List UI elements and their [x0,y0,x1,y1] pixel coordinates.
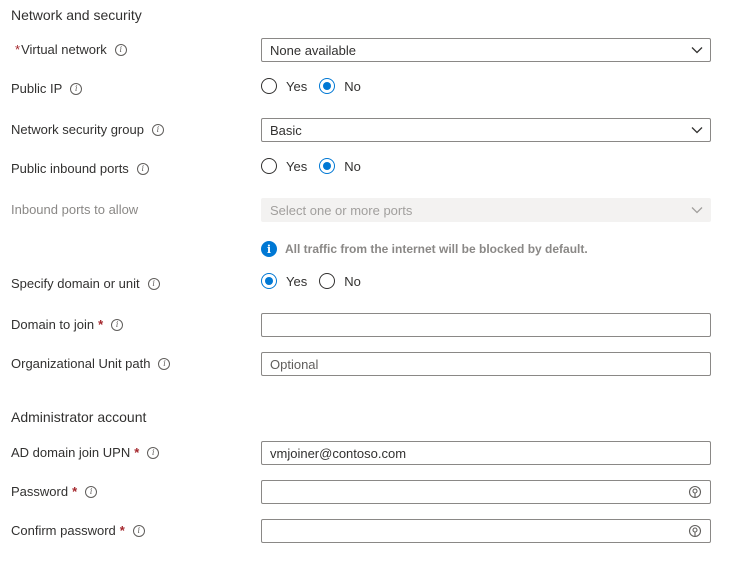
virtual-network-label: * Virtual network i [11,42,127,57]
specify-domain-no-radio[interactable]: No [319,273,361,289]
required-marker: * [134,445,140,460]
domain-join-label: Domain to join * i [11,317,124,332]
info-filled-icon: i [261,241,277,257]
nsg-value: Basic [270,123,302,138]
virtual-network-row: * Virtual network i None available [0,38,729,64]
virtual-network-dropdown[interactable]: None available [261,38,711,62]
password-row: Password * i [0,480,729,506]
radio-label: Yes [286,78,308,94]
reveal-password-icon[interactable] [688,524,702,538]
info-icon[interactable]: i [151,123,164,136]
required-marker: * [15,42,21,57]
info-icon[interactable]: i [132,524,145,537]
upn-input[interactable]: vmjoiner@contoso.com [261,441,711,465]
specify-domain-row: Specify domain or unit i Yes No [0,272,729,298]
confirm-password-input[interactable] [261,519,711,543]
inbound-notice: i All traffic from the internet will be … [261,241,588,257]
radio-circle-checked[interactable] [319,158,336,174]
specify-domain-radio-group: Yes No [261,273,373,289]
radio-circle-checked[interactable] [319,78,336,94]
notice-text: All traffic from the internet will be bl… [285,242,588,256]
public-inbound-yes-radio[interactable]: Yes [261,158,307,174]
public-ip-row: Public IP i Yes No [0,77,729,103]
nsg-label-text: Network security group [11,122,144,137]
info-icon[interactable]: i [158,357,171,370]
radio-circle[interactable] [261,78,277,94]
confirm-password-label: Confirm password * i [11,523,145,538]
upn-label-text: AD domain join UPN [11,445,131,460]
public-ip-no-radio[interactable]: No [319,78,361,94]
radio-label: Yes [286,158,308,174]
radio-label: No [344,273,361,289]
required-marker: * [98,317,104,332]
radio-circle[interactable] [261,158,277,174]
specify-domain-label: Specify domain or unit i [11,276,160,291]
ou-path-label-text: Organizational Unit path [11,356,151,371]
virtual-network-value: None available [270,43,357,58]
public-ip-yes-radio[interactable]: Yes [261,78,307,94]
info-icon[interactable]: i [70,82,83,95]
domain-join-label-text: Domain to join [11,317,95,332]
inbound-allow-row: Inbound ports to allow Select one or mor… [0,198,729,224]
public-inbound-label: Public inbound ports i [11,161,149,176]
inbound-ports-dropdown: Select one or more ports [261,198,711,222]
required-marker: * [119,523,125,538]
info-icon[interactable]: i [147,277,160,290]
info-icon[interactable]: i [111,318,124,331]
reveal-password-icon[interactable] [688,485,702,499]
upn-value: vmjoiner@contoso.com [270,446,407,461]
ou-path-row: Organizational Unit path i Optional [0,352,729,378]
public-inbound-row: Public inbound ports i Yes No [0,157,729,183]
upn-row: AD domain join UPN * i vmjoiner@contoso.… [0,441,729,467]
confirm-password-label-text: Confirm password [11,523,116,538]
info-icon[interactable]: i [114,43,127,56]
network-section-title: Network and security [11,7,142,23]
public-inbound-label-text: Public inbound ports [11,161,129,176]
radio-label: No [344,78,361,94]
chevron-down-icon [691,127,703,134]
radio-label: No [344,158,361,174]
info-icon[interactable]: i [136,162,149,175]
upn-label: AD domain join UPN * i [11,445,160,460]
inbound-allow-label: Inbound ports to allow [11,202,138,217]
inbound-allow-label-text: Inbound ports to allow [11,202,139,217]
password-label: Password * i [11,484,98,499]
chevron-down-icon [691,47,703,54]
chevron-down-icon [691,207,703,214]
public-inbound-radio-group: Yes No [261,158,373,174]
nsg-label: Network security group i [11,122,164,137]
public-ip-label-text: Public IP [11,81,63,96]
domain-join-row: Domain to join * i [0,313,729,339]
confirm-password-row: Confirm password * i [0,519,729,545]
inbound-ports-placeholder: Select one or more ports [270,203,413,218]
public-inbound-no-radio[interactable]: No [319,158,361,174]
domain-join-input[interactable] [261,313,711,337]
info-icon[interactable]: i [85,485,98,498]
nsg-row: Network security group i Basic [0,118,729,144]
password-label-text: Password [11,484,69,499]
radio-circle[interactable] [319,273,336,289]
info-icon[interactable]: i [147,446,160,459]
radio-circle-checked[interactable] [261,273,277,289]
ou-path-input[interactable]: Optional [261,352,711,376]
specify-domain-label-text: Specify domain or unit [11,276,140,291]
specify-domain-yes-radio[interactable]: Yes [261,273,307,289]
ou-path-placeholder: Optional [270,357,319,372]
public-ip-radio-group: Yes No [261,78,373,94]
admin-section-title: Administrator account [11,409,147,425]
nsg-dropdown[interactable]: Basic [261,118,711,142]
ou-path-label: Organizational Unit path i [11,356,171,371]
password-input[interactable] [261,480,711,504]
radio-label: Yes [286,273,308,289]
public-ip-label: Public IP i [11,81,83,96]
virtual-network-label-text: Virtual network [21,42,107,57]
required-marker: * [72,484,78,499]
